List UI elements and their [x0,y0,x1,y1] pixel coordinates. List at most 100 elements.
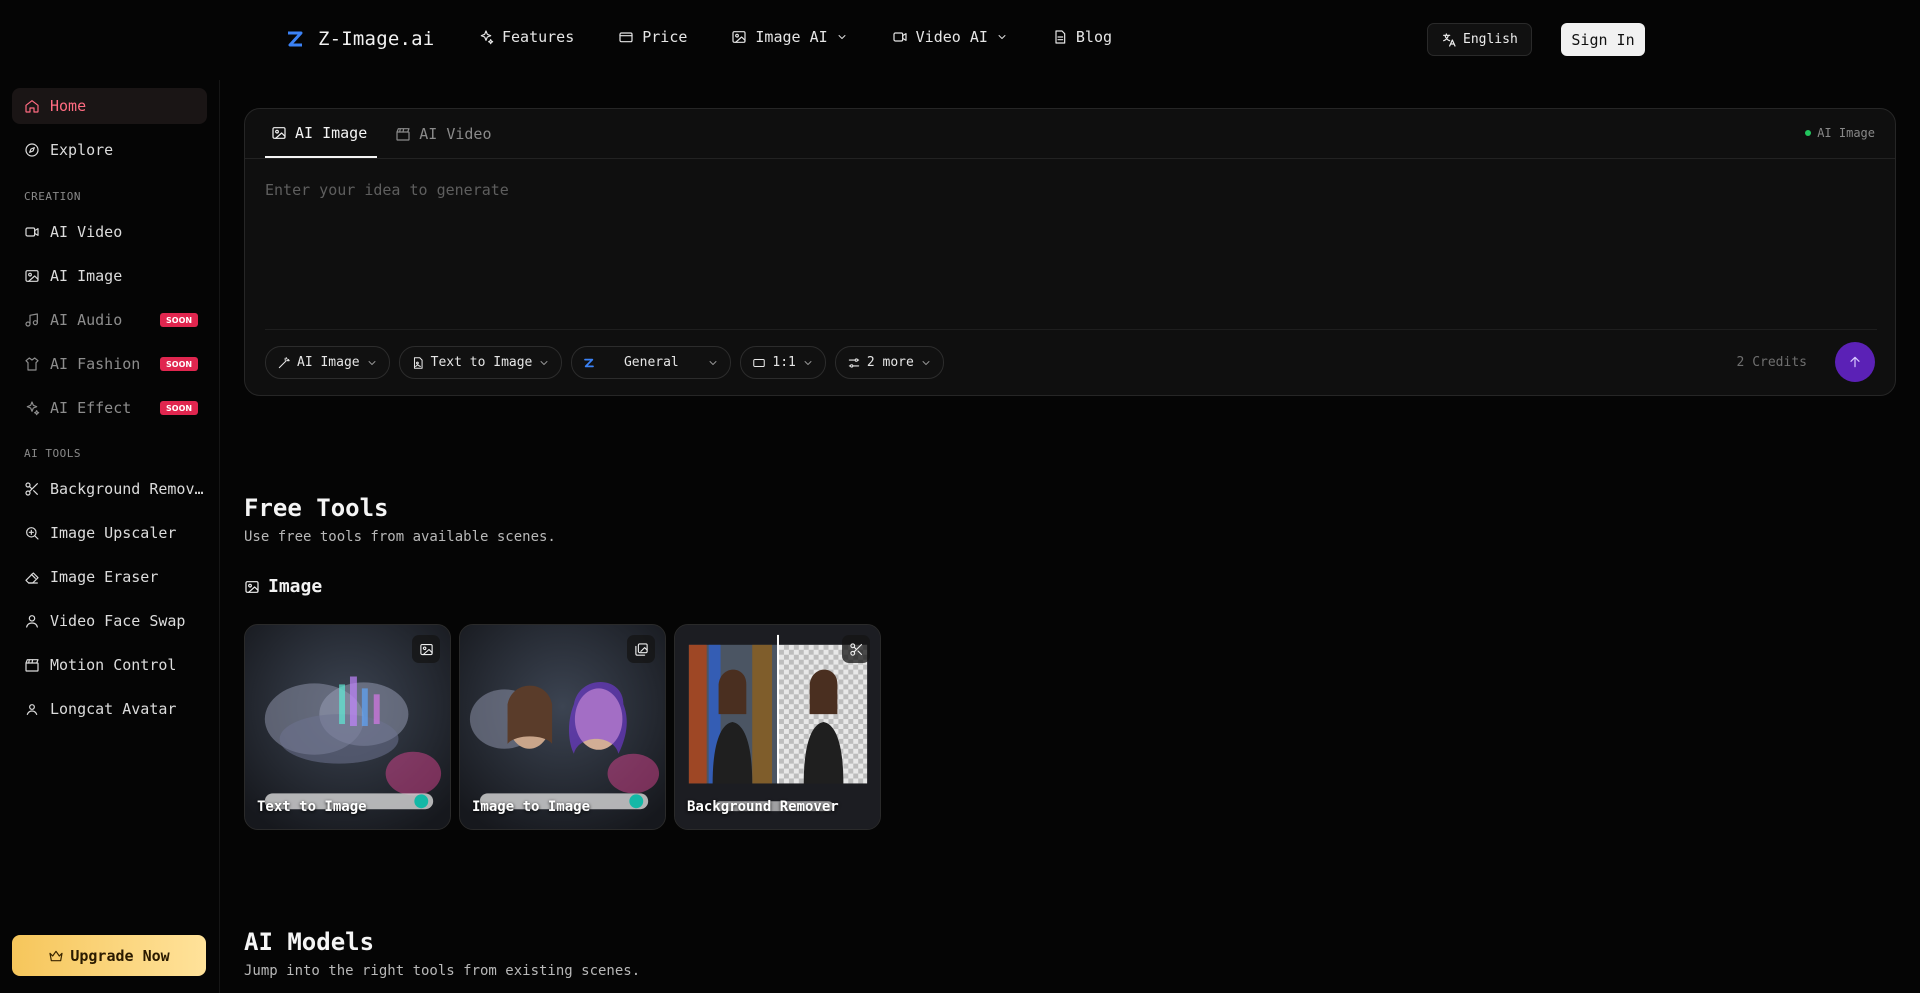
nav-blog-label: Blog [1075,28,1113,46]
credit-card-icon [619,32,633,43]
image-icon [272,126,286,139]
upgrade-label: Upgrade Now [70,946,170,965]
card-label: Background Remover [687,799,839,815]
tab-ai-image[interactable]: AI Image [265,109,378,158]
chevron-down-icon [709,360,717,365]
free-tools-subtitle: Use free tools from available scenes. [244,529,556,545]
sidebar-item-label: Video Face Swap [50,612,186,630]
sidebar: Home Explore CREATION AI Video AI Image … [0,80,220,993]
avatar-icon [26,704,38,715]
nav-blog[interactable]: Blog [1052,28,1112,46]
sidebar-item-explore[interactable]: Explore [12,132,207,168]
generator-panel: AI Image AI Video AI Image AI Image Text… [244,108,1896,396]
sidebar-item-label: AI Video [50,223,123,241]
sidebar-item-ai-fashion[interactable]: AI Fashion SOON [12,346,207,382]
nav-video-ai[interactable]: Video AI [892,28,1008,46]
image-icon [245,580,259,593]
sign-in-button[interactable]: Sign In [1561,23,1645,56]
divider [265,329,1877,330]
sidebar-item-image-eraser[interactable]: Image Eraser [12,559,207,595]
tool-card-background-remover[interactable]: Background Remover [674,624,881,830]
language-label: English [1463,32,1518,47]
crown-icon [49,950,63,961]
image-icon [25,270,39,282]
nav-image-ai[interactable]: Image AI [731,28,847,46]
credits-cost: 2 Credits [1736,355,1807,370]
type-select-value: AI Image [297,355,360,370]
model-select[interactable]: General [571,346,732,379]
sidebar-item-motion-control[interactable]: Motion Control [12,647,207,683]
chevron-down-icon [368,360,376,365]
soon-badge: SOON [160,313,199,327]
main-nav: Features Price Image AI Video AI Blog [478,28,1156,46]
aspect-ratio-icon [753,358,766,367]
logo-icon [288,31,303,47]
more-options-select[interactable]: 2 more [834,346,944,379]
divider [245,158,1895,159]
sidebar-item-ai-image[interactable]: AI Image [12,258,207,294]
brand-name: Z-Image.ai [318,28,435,50]
sidebar-item-ai-video[interactable]: AI Video [12,214,207,250]
sidebar-item-ai-audio[interactable]: AI Audio SOON [12,302,207,338]
sidebar-item-label: AI Audio [50,311,123,329]
model-logo-icon [584,358,595,367]
sidebar-item-label: Explore [50,141,114,159]
chevron-down-icon [998,35,1006,39]
sidebar-item-label: Home [50,97,87,115]
mode-select-value: Text to Image [430,355,533,370]
compass-icon [25,143,39,157]
document-icon [1055,30,1066,44]
mode-select[interactable]: Text to Image [398,346,563,379]
arrow-up-icon [1850,356,1860,368]
video-icon [25,227,39,237]
music-icon [25,313,38,327]
tab-ai-video[interactable]: AI Video [389,109,501,158]
nav-price[interactable]: Price [618,28,687,46]
tab-label: AI Video [419,124,492,143]
sidebar-item-label: Longcat Avatar [50,700,177,718]
sidebar-item-longcat-avatar[interactable]: Longcat Avatar [12,691,207,727]
category-heading-image: Image [244,576,322,597]
mode-indicator: AI Image [1805,126,1875,140]
language-button[interactable]: English [1427,23,1532,56]
section-label-creation: CREATION [24,190,81,203]
home-icon [25,100,39,113]
generate-button[interactable] [1835,342,1875,382]
status-dot [1805,130,1812,136]
tool-card-text-to-image[interactable]: Text to Image [244,624,451,830]
sidebar-item-background-remover[interactable]: Background Remov… [12,471,207,507]
sidebar-item-label: AI Effect [50,399,132,417]
tool-card-image-to-image[interactable]: Image to Image [459,624,666,830]
chevron-down-icon [922,360,930,365]
nav-features[interactable]: Features [478,28,574,46]
sidebar-item-label: Background Remov… [50,480,204,498]
sparkles-icon [480,30,494,45]
sidebar-item-home[interactable]: Home [12,88,207,124]
sliders-icon [848,357,860,368]
sidebar-item-image-upscaler[interactable]: Image Upscaler [12,515,207,551]
video-icon [893,32,907,42]
sidebar-item-ai-effect[interactable]: AI Effect SOON [12,390,207,426]
mode-indicator-label: AI Image [1817,126,1875,140]
aspect-ratio-value: 1:1 [772,355,796,370]
sidebar-item-label: Image Eraser [50,568,159,586]
chevron-down-icon [838,35,846,39]
brand[interactable]: Z-Image.ai [286,28,434,50]
sidebar-item-video-face-swap[interactable]: Video Face Swap [12,603,207,639]
category-label: Image [268,576,323,597]
chevron-down-icon [804,360,812,365]
type-select[interactable]: AI Image [265,346,390,379]
clapperboard-icon [25,659,39,672]
nav-image-ai-label: Image AI [755,28,828,46]
ai-models-subtitle: Jump into the right tools from existing … [244,963,641,979]
prompt-input[interactable] [265,181,1865,321]
card-label: Image to Image [472,799,591,815]
scissors-icon [25,482,38,496]
chevron-down-icon [540,360,548,365]
sparkles-icon [26,401,40,416]
upgrade-button[interactable]: Upgrade Now [12,935,206,976]
top-bar: Z-Image.ai Features Price Image AI Video… [0,0,1920,80]
sidebar-item-label: AI Image [50,267,123,285]
sidebar-item-label: AI Fashion [50,355,141,373]
aspect-ratio-select[interactable]: 1:1 [740,346,826,379]
